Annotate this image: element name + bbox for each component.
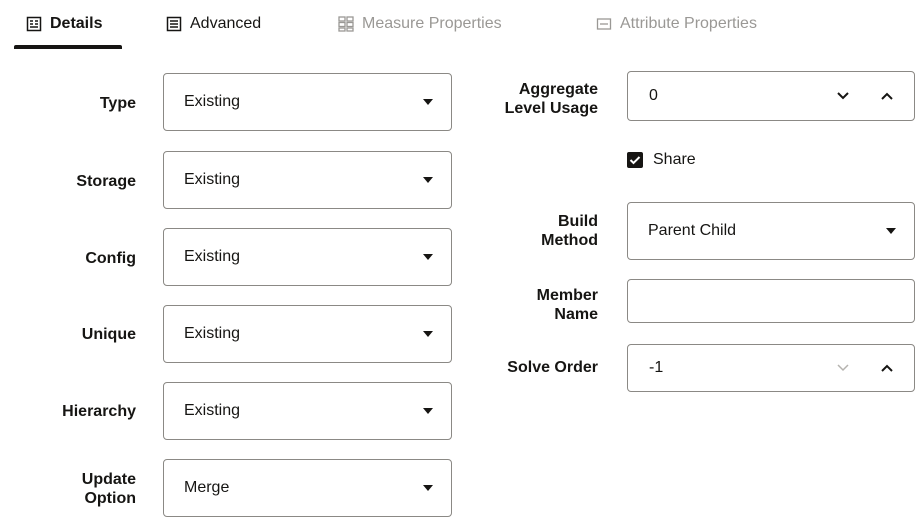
config-label: Config bbox=[85, 250, 136, 267]
tab-bar: Details Advanced Measure Properties Attr… bbox=[0, 0, 917, 49]
caret-down-icon bbox=[423, 408, 433, 414]
storage-label: Storage bbox=[76, 173, 136, 190]
solve-order-stepper[interactable]: -1 bbox=[627, 344, 915, 392]
active-tab-indicator bbox=[14, 45, 122, 49]
config-select[interactable]: Existing bbox=[163, 228, 452, 286]
details-icon bbox=[26, 16, 42, 32]
unique-select[interactable]: Existing bbox=[163, 305, 452, 363]
caret-down-icon bbox=[423, 177, 433, 183]
aggregate-value: 0 bbox=[649, 87, 658, 104]
chevron-down-icon[interactable] bbox=[835, 360, 851, 376]
caret-down-icon bbox=[423, 331, 433, 337]
caret-down-icon bbox=[886, 228, 896, 234]
build-method-select[interactable]: Parent Child bbox=[627, 202, 915, 260]
member-label-line2: Name bbox=[554, 306, 598, 323]
unique-value: Existing bbox=[184, 325, 241, 342]
hierarchy-label: Hierarchy bbox=[62, 403, 136, 420]
update-option-value: Merge bbox=[184, 479, 230, 496]
build-label-line1: Build bbox=[558, 213, 598, 230]
chevron-up-icon[interactable] bbox=[879, 88, 895, 104]
storage-select[interactable]: Existing bbox=[163, 151, 452, 209]
attribute-icon bbox=[596, 18, 612, 30]
storage-value: Existing bbox=[184, 171, 241, 188]
update-option-label-line2: Option bbox=[84, 490, 136, 507]
member-label-line1: Member bbox=[536, 287, 598, 304]
caret-down-icon bbox=[423, 99, 433, 105]
member-name-input[interactable] bbox=[627, 279, 915, 323]
aggregate-label-line1: Aggregate bbox=[518, 81, 598, 98]
hierarchy-value: Existing bbox=[184, 402, 241, 419]
tab-measure-properties[interactable]: Measure Properties bbox=[338, 8, 502, 40]
build-method-value: Parent Child bbox=[648, 222, 737, 239]
aggregate-level-usage-label: Aggregate Level Usage bbox=[470, 80, 598, 118]
share-checkbox[interactable]: Share bbox=[627, 150, 696, 170]
tab-attribute-properties-label: Attribute Properties bbox=[620, 15, 757, 32]
chevron-down-icon[interactable] bbox=[835, 88, 851, 104]
caret-down-icon bbox=[423, 485, 433, 491]
checkbox-checked-icon bbox=[627, 152, 643, 168]
solve-order-value: -1 bbox=[649, 359, 664, 376]
measure-grid-icon bbox=[338, 16, 354, 32]
tab-attribute-properties[interactable]: Attribute Properties bbox=[596, 8, 757, 40]
update-option-select[interactable]: Merge bbox=[163, 459, 452, 517]
build-method-label: Build Method bbox=[470, 212, 598, 250]
type-select[interactable]: Existing bbox=[163, 73, 452, 131]
update-option-label-line1: Update bbox=[81, 471, 136, 488]
caret-down-icon bbox=[423, 254, 433, 260]
solve-order-label: Solve Order bbox=[507, 359, 598, 376]
tab-details-label: Details bbox=[50, 15, 103, 32]
build-label-line2: Method bbox=[541, 232, 598, 249]
config-value: Existing bbox=[184, 248, 241, 265]
tab-advanced[interactable]: Advanced bbox=[166, 8, 261, 40]
share-label: Share bbox=[653, 151, 696, 168]
type-value: Existing bbox=[184, 93, 241, 110]
advanced-icon bbox=[166, 16, 182, 32]
aggregate-label-line2: Level Usage bbox=[504, 100, 598, 117]
tab-advanced-label: Advanced bbox=[190, 15, 262, 32]
tab-details[interactable]: Details bbox=[26, 8, 102, 40]
tab-measure-properties-label: Measure Properties bbox=[362, 15, 502, 32]
member-name-label: Member Name bbox=[470, 286, 598, 324]
hierarchy-select[interactable]: Existing bbox=[163, 382, 452, 440]
chevron-up-icon[interactable] bbox=[879, 360, 895, 376]
type-label: Type bbox=[99, 95, 136, 112]
update-option-label: Update Option bbox=[20, 470, 136, 508]
unique-label: Unique bbox=[81, 326, 136, 343]
aggregate-level-usage-stepper[interactable]: 0 bbox=[627, 71, 915, 121]
